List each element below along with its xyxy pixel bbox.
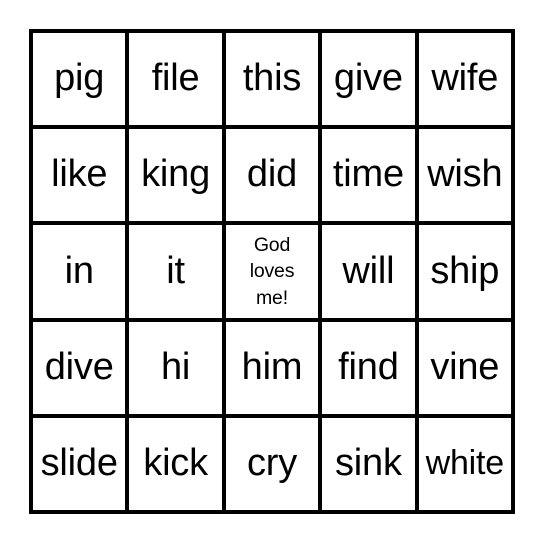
bingo-cell-label: give <box>333 57 403 100</box>
bingo-cell[interactable]: like <box>33 129 126 222</box>
bingo-cell-label: dive <box>44 345 114 388</box>
bingo-cell-label: God loves me! <box>249 234 295 309</box>
bingo-cell[interactable]: did <box>225 129 319 222</box>
bingo-cell-label: like <box>51 153 108 196</box>
bingo-cell[interactable]: wife <box>418 33 511 126</box>
bingo-cell-label: find <box>338 345 399 388</box>
bingo-cell[interactable]: king <box>129 129 222 222</box>
bingo-cell-label: hi <box>161 345 191 388</box>
bingo-cell-free-space[interactable]: God loves me! <box>225 225 319 318</box>
bingo-cell[interactable]: him <box>225 321 319 414</box>
bingo-cell-label: did <box>246 153 298 196</box>
bingo-cell[interactable]: in <box>33 225 126 318</box>
bingo-cell-label: king <box>141 153 211 196</box>
bingo-cell-label: this <box>242 57 302 100</box>
bingo-cell[interactable]: sink <box>322 417 415 510</box>
bingo-cell[interactable]: cry <box>225 417 319 510</box>
bingo-cell[interactable]: find <box>322 321 415 414</box>
bingo-cell[interactable]: slide <box>33 417 126 510</box>
bingo-cell[interactable]: file <box>129 33 222 126</box>
bingo-cell[interactable]: white <box>418 417 511 510</box>
bingo-cell[interactable]: dive <box>33 321 126 414</box>
bingo-cell-label: time <box>332 153 404 196</box>
bingo-cell-label: vine <box>430 345 500 388</box>
bingo-cell-label: in <box>64 249 94 292</box>
bingo-card-grid: pig file this give wife like king did time wish in… <box>29 29 515 514</box>
bingo-cell-label: white <box>425 444 505 483</box>
bingo-cell-label: pig <box>54 57 105 100</box>
bingo-cell[interactable]: vine <box>418 321 511 414</box>
bingo-cell[interactable]: give <box>322 33 415 126</box>
bingo-cell[interactable]: it <box>129 225 222 318</box>
bingo-cell[interactable]: wish <box>418 129 511 222</box>
bingo-cell-label: it <box>166 249 185 292</box>
bingo-cell-label: file <box>151 57 200 100</box>
bingo-cell-label: ship <box>430 249 500 292</box>
bingo-cell[interactable]: hi <box>129 321 222 414</box>
bingo-cell-label: slide <box>40 441 118 484</box>
bingo-cell[interactable]: this <box>225 33 319 126</box>
bingo-cell-label: wife <box>431 57 499 100</box>
bingo-cell[interactable]: will <box>322 225 415 318</box>
bingo-cell-label: sink <box>335 441 402 484</box>
bingo-cell-label: will <box>342 249 395 292</box>
bingo-cell-label: wish <box>427 153 503 196</box>
bingo-cell[interactable]: pig <box>33 33 126 126</box>
bingo-cell-label: him <box>241 345 303 388</box>
bingo-cell-label: kick <box>143 441 208 484</box>
bingo-cell[interactable]: time <box>322 129 415 222</box>
bingo-cell-label: cry <box>246 441 298 484</box>
bingo-cell[interactable]: ship <box>418 225 511 318</box>
bingo-cell[interactable]: kick <box>129 417 222 510</box>
